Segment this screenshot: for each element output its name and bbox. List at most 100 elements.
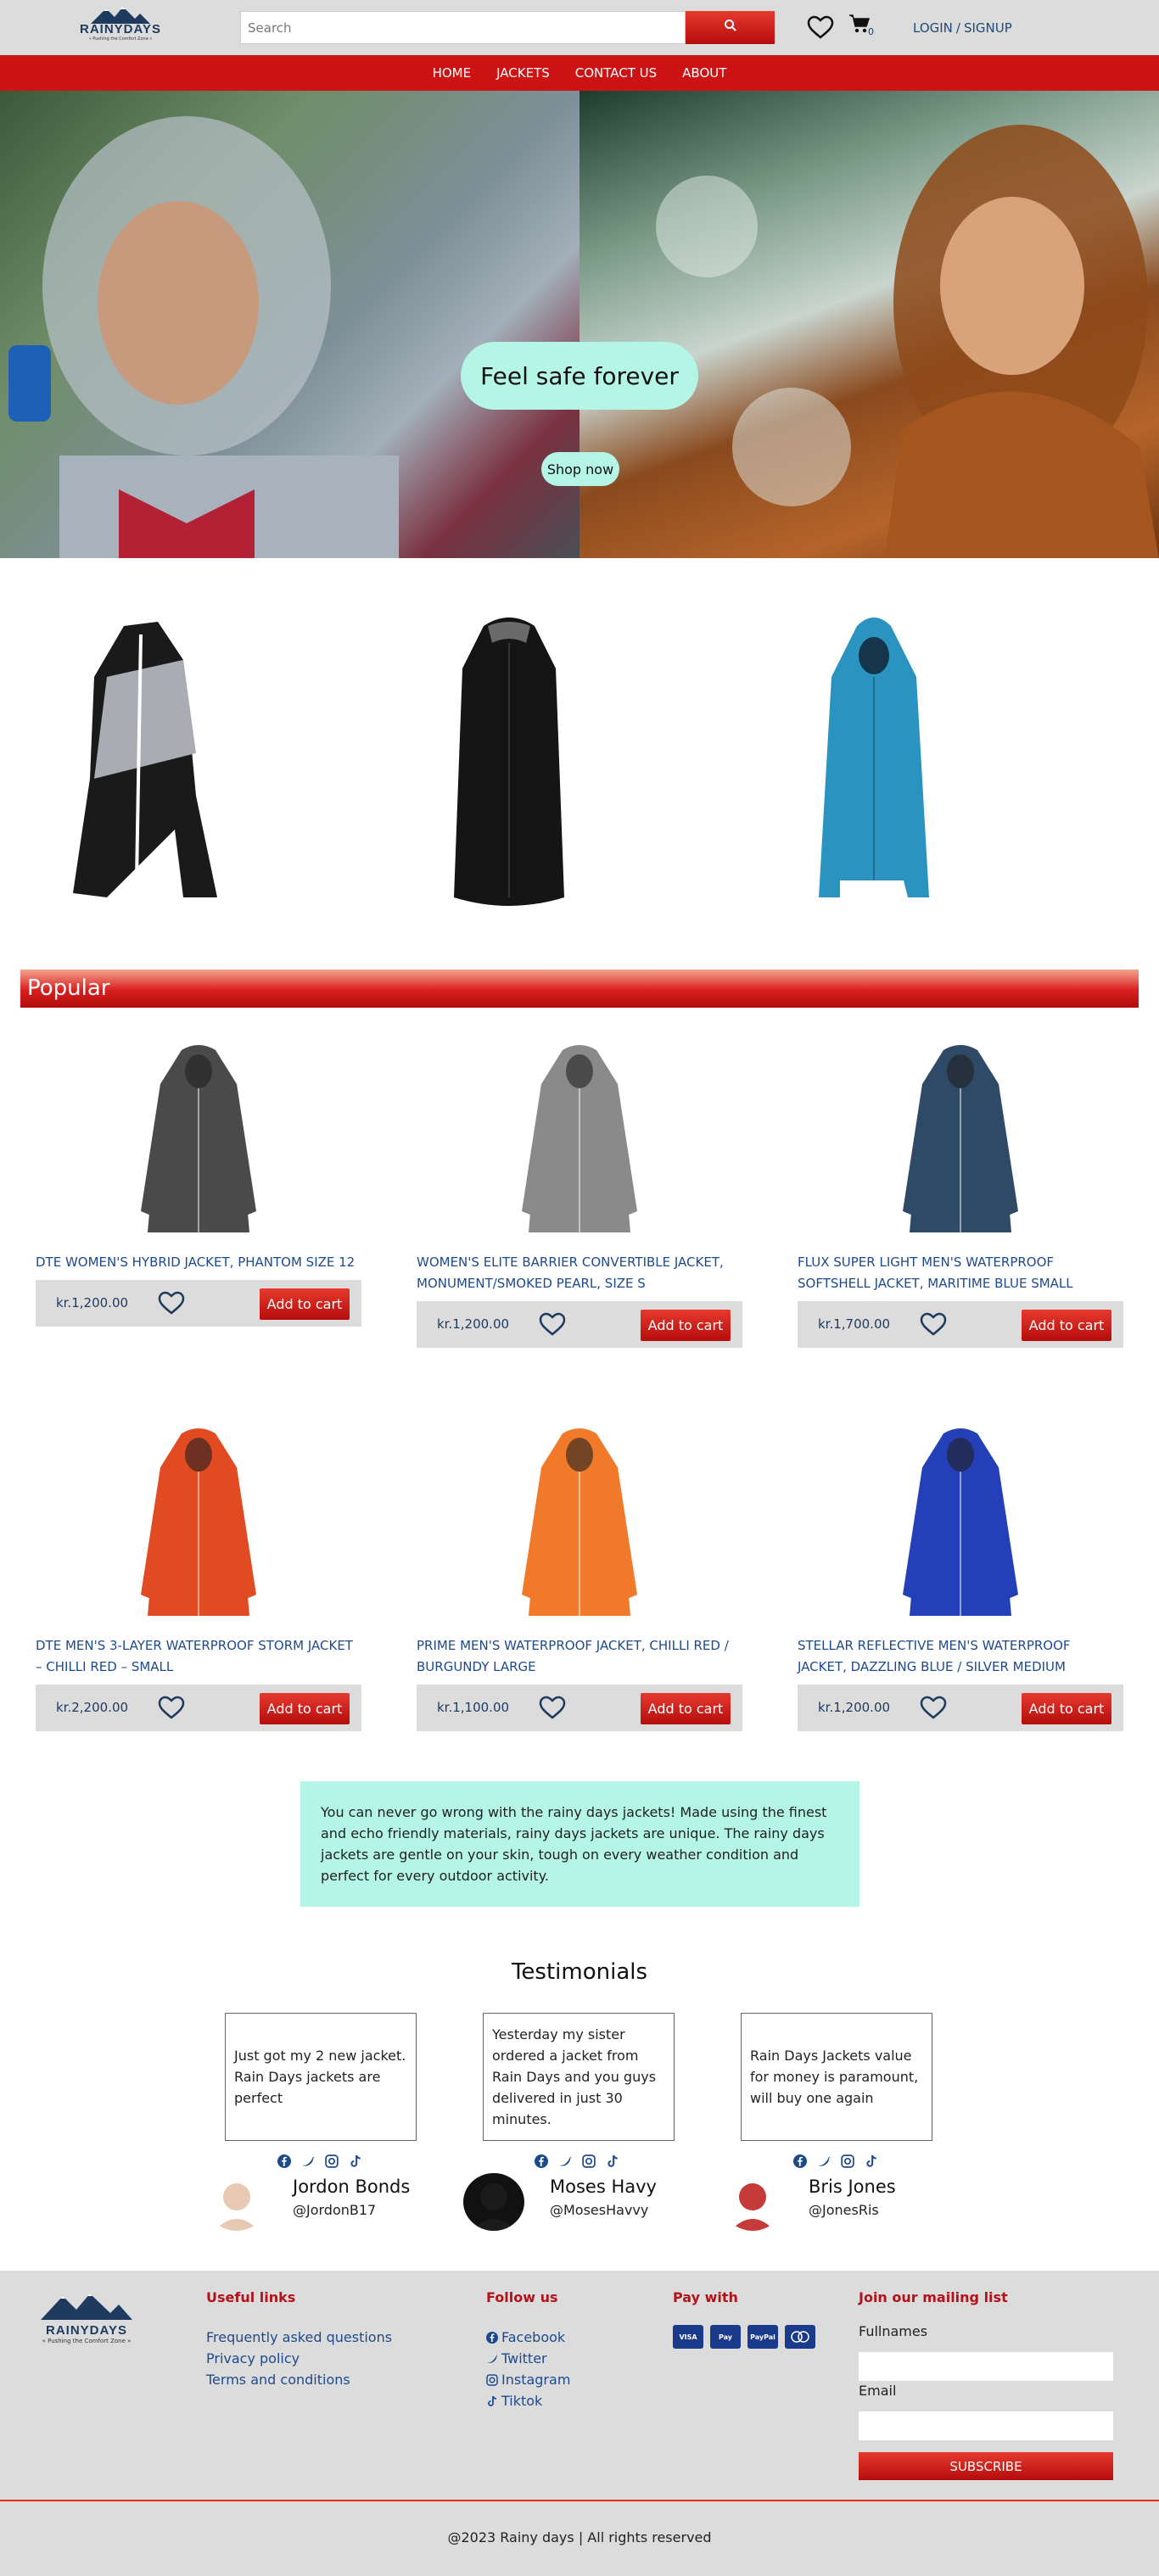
footer: RAINYDAYS « Pushing the Comfort Zone » U…	[0, 2271, 1159, 2500]
tiktok-icon[interactable]	[606, 2154, 619, 2168]
instagram-link[interactable]: Instagram	[486, 2369, 570, 2390]
terms-link[interactable]: Terms and conditions	[206, 2369, 350, 2390]
product-price: kr.1,200.00	[56, 1295, 129, 1310]
avatar	[206, 2173, 267, 2231]
paypal-icon: PayPal	[747, 2325, 778, 2349]
tiktok-icon[interactable]	[349, 2154, 362, 2168]
shop-now-button[interactable]: Shop now	[541, 452, 619, 486]
product-price: kr.1,200.00	[437, 1316, 510, 1332]
product-actions: kr.1,700.00 Add to cart	[798, 1301, 1123, 1348]
testimonial-handle: @JordonB17	[293, 2202, 377, 2218]
jacket-image	[903, 1045, 1018, 1232]
privacy-link[interactable]: Privacy policy	[206, 2348, 300, 2369]
featured-jacket-1[interactable]	[56, 609, 226, 918]
brand-name: RAINYDAYS	[80, 22, 161, 36]
product-image[interactable]	[36, 1417, 361, 1629]
search-icon	[724, 20, 736, 31]
facebook-icon	[486, 2331, 498, 2344]
featured-jacket-2[interactable]	[424, 609, 594, 918]
twitter-link[interactable]: Twitter	[486, 2348, 570, 2369]
footer-logo[interactable]: RAINYDAYS « Pushing the Comfort Zone »	[37, 2291, 136, 2344]
avatar	[463, 2173, 524, 2231]
nav-jackets[interactable]: JACKETS	[496, 65, 550, 81]
wishlist-button[interactable]	[807, 15, 834, 42]
auth-links: LOGIN / SIGNUP	[913, 20, 1012, 36]
tiktok-link[interactable]: Tiktok	[486, 2390, 570, 2411]
heart-icon	[920, 1312, 947, 1336]
product-image[interactable]	[417, 1033, 742, 1245]
add-to-cart-button[interactable]: Add to cart	[1022, 1310, 1111, 1341]
facebook-icon[interactable]	[793, 2154, 807, 2168]
login-link[interactable]: LOGIN	[913, 20, 953, 36]
product-image[interactable]	[36, 1033, 361, 1245]
featured-jacket-3[interactable]	[789, 609, 959, 918]
brand-logo[interactable]: RAINYDAYS « Pushing the Comfort Zone »	[78, 5, 163, 51]
product-price: kr.1,200.00	[818, 1700, 891, 1715]
search-input[interactable]	[240, 11, 686, 44]
add-to-cart-button[interactable]: Add to cart	[260, 1288, 350, 1320]
header: RAINYDAYS « Pushing the Comfort Zone » 0…	[0, 0, 1159, 55]
heart-icon	[158, 1291, 185, 1315]
wishlist-button[interactable]	[920, 1312, 947, 1339]
popular-heading: Popular	[20, 969, 1139, 1008]
hero-title: Feel safe forever	[461, 342, 698, 410]
product-card: STELLAR REFLECTIVE MEN'S WATERPROOF JACK…	[798, 1417, 1123, 1731]
wishlist-button[interactable]	[158, 1696, 185, 1723]
fullnames-input[interactable]	[859, 2352, 1113, 2381]
twitter-icon[interactable]	[817, 2154, 831, 2168]
nav-contact[interactable]: CONTACT US	[575, 65, 657, 81]
signup-link[interactable]: SIGNUP	[964, 20, 1012, 36]
add-to-cart-button[interactable]: Add to cart	[641, 1310, 731, 1341]
product-title[interactable]: WOMEN'S ELITE BARRIER CONVERTIBLE JACKET…	[417, 1252, 742, 1294]
wishlist-button[interactable]	[158, 1291, 185, 1318]
useful-links-heading: Useful links	[206, 2289, 296, 2305]
avatar	[722, 2173, 783, 2231]
twitter-icon	[487, 2355, 498, 2363]
twitter-icon[interactable]	[558, 2154, 572, 2168]
facebook-icon[interactable]	[277, 2154, 291, 2168]
product-price: kr.2,200.00	[56, 1700, 129, 1715]
wishlist-button[interactable]	[539, 1312, 566, 1339]
facebook-link[interactable]: Facebook	[486, 2327, 570, 2348]
mailing-heading: Join our mailing list	[859, 2289, 1008, 2305]
heart-icon	[807, 15, 834, 39]
product-image[interactable]	[798, 1033, 1123, 1245]
fullnames-label: Fullnames	[859, 2323, 928, 2339]
instagram-icon[interactable]	[841, 2154, 854, 2168]
product-title[interactable]: DTE MEN'S 3-LAYER WATERPROOF STORM JACKE…	[36, 1635, 361, 1678]
heart-icon	[539, 1312, 566, 1336]
product-image[interactable]	[417, 1417, 742, 1629]
facebook-icon[interactable]	[535, 2154, 548, 2168]
twitter-icon[interactable]	[301, 2154, 315, 2168]
product-title[interactable]: FLUX SUPER LIGHT MEN'S WATERPROOF SOFTSH…	[798, 1252, 1123, 1294]
subscribe-button[interactable]: SUBSCRIBE	[859, 2452, 1113, 2480]
hero-image-man	[0, 91, 580, 558]
instagram-icon[interactable]	[325, 2154, 339, 2168]
nav-home[interactable]: HOME	[433, 65, 472, 81]
product-title[interactable]: DTE WOMEN'S HYBRID JACKET, PHANTOM SIZE …	[36, 1252, 361, 1273]
product-card: DTE WOMEN'S HYBRID JACKET, PHANTOM SIZE …	[36, 1033, 361, 1327]
pay-with-heading: Pay with	[673, 2289, 738, 2305]
faq-link[interactable]: Frequently asked questions	[206, 2327, 392, 2348]
blue-jacket-image	[819, 617, 929, 897]
instagram-icon[interactable]	[582, 2154, 596, 2168]
add-to-cart-button[interactable]: Add to cart	[1022, 1693, 1111, 1724]
copyright: @2023 Rainy days | All rights reserved	[0, 2500, 1159, 2576]
mastercard-icon	[785, 2325, 815, 2349]
testimonial-handle: @JonesRis	[809, 2202, 879, 2218]
product-image[interactable]	[798, 1417, 1123, 1629]
email-input[interactable]	[859, 2411, 1113, 2440]
tiktok-icon[interactable]	[865, 2154, 878, 2168]
product-card: PRIME MEN'S WATERPROOF JACKET, CHILLI RE…	[417, 1417, 742, 1731]
nav-about[interactable]: ABOUT	[682, 65, 726, 81]
wishlist-button[interactable]	[920, 1696, 947, 1723]
product-title[interactable]: PRIME MEN'S WATERPROOF JACKET, CHILLI RE…	[417, 1635, 742, 1678]
product-title[interactable]: STELLAR REFLECTIVE MEN'S WATERPROOF JACK…	[798, 1635, 1123, 1678]
product-price: kr.1,100.00	[437, 1700, 510, 1715]
add-to-cart-button[interactable]: Add to cart	[641, 1693, 731, 1724]
wishlist-button[interactable]	[539, 1696, 566, 1723]
add-to-cart-button[interactable]: Add to cart	[260, 1693, 350, 1724]
email-label: Email	[859, 2383, 897, 2399]
product-card: WOMEN'S ELITE BARRIER CONVERTIBLE JACKET…	[417, 1033, 742, 1348]
search-button[interactable]	[686, 11, 775, 44]
